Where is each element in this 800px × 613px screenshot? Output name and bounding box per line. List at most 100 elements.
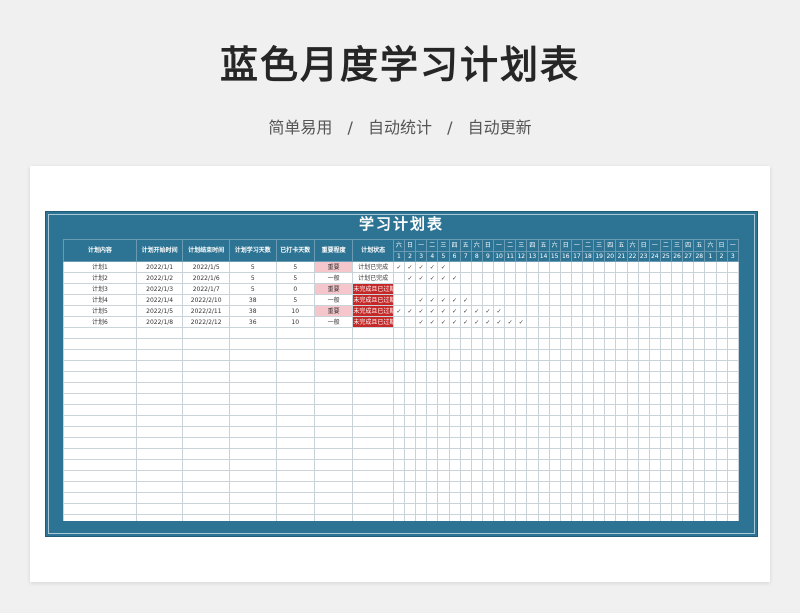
empty-cell[interactable] (693, 382, 706, 394)
empty-cell[interactable] (403, 437, 417, 449)
day-cell[interactable] (504, 294, 517, 306)
empty-cell[interactable] (526, 437, 539, 449)
empty-cell[interactable] (437, 437, 450, 449)
empty-cell[interactable] (459, 426, 472, 438)
empty-cell[interactable] (682, 393, 695, 405)
empty-cell[interactable] (604, 393, 617, 405)
empty-cell[interactable] (313, 382, 354, 394)
empty-cell[interactable] (403, 415, 417, 427)
empty-cell[interactable] (682, 327, 695, 339)
empty-cell[interactable] (437, 382, 450, 394)
day-cell[interactable] (604, 316, 617, 328)
empty-cell[interactable] (704, 338, 717, 350)
day-cell[interactable] (426, 283, 439, 295)
empty-cell[interactable] (448, 415, 461, 427)
cell-end[interactable]: 2022/2/11 (182, 305, 230, 317)
empty-cell[interactable] (548, 393, 561, 405)
empty-cell[interactable] (593, 470, 606, 482)
empty-cell[interactable] (135, 514, 184, 521)
empty-cell[interactable] (437, 327, 450, 339)
empty-cell[interactable] (526, 415, 539, 427)
empty-cell[interactable] (182, 393, 230, 405)
day-cell[interactable] (715, 261, 728, 273)
empty-cell[interactable] (392, 371, 406, 383)
empty-cell[interactable] (626, 514, 639, 521)
check-mark[interactable]: ✓ (437, 316, 450, 328)
day-cell[interactable] (704, 283, 717, 295)
empty-cell[interactable] (593, 382, 606, 394)
empty-cell[interactable] (615, 404, 628, 416)
empty-cell[interactable] (526, 459, 539, 471)
empty-cell[interactable] (715, 404, 728, 416)
empty-cell[interactable] (63, 503, 137, 515)
empty-cell[interactable] (581, 426, 595, 438)
day-cell[interactable] (682, 305, 695, 317)
empty-cell[interactable] (648, 415, 661, 427)
empty-cell[interactable] (492, 382, 506, 394)
empty-cell[interactable] (570, 437, 584, 449)
day-cell[interactable] (559, 294, 572, 306)
day-cell[interactable] (581, 272, 595, 284)
day-cell[interactable] (648, 316, 661, 328)
empty-cell[interactable] (403, 470, 417, 482)
day-cell[interactable] (615, 294, 628, 306)
cell-end[interactable]: 2022/1/7 (182, 283, 230, 295)
empty-cell[interactable] (352, 327, 394, 339)
empty-cell[interactable] (492, 415, 506, 427)
empty-cell[interactable] (492, 448, 506, 460)
empty-cell[interactable] (135, 360, 184, 372)
day-cell[interactable] (637, 272, 650, 284)
empty-cell[interactable] (637, 371, 650, 383)
day-cell[interactable] (581, 283, 595, 295)
empty-cell[interactable] (275, 459, 315, 471)
empty-cell[interactable] (437, 459, 450, 471)
empty-cell[interactable] (403, 360, 417, 372)
empty-cell[interactable] (581, 327, 595, 339)
day-cell[interactable] (604, 283, 617, 295)
empty-cell[interactable] (415, 327, 428, 339)
empty-cell[interactable] (682, 514, 695, 521)
empty-cell[interactable] (637, 492, 650, 504)
empty-cell[interactable] (537, 360, 550, 372)
check-mark[interactable]: ✓ (492, 305, 506, 317)
empty-cell[interactable] (693, 393, 706, 405)
cell-start[interactable]: 2022/1/2 (135, 272, 184, 284)
empty-cell[interactable] (581, 470, 595, 482)
empty-cell[interactable] (648, 426, 661, 438)
empty-cell[interactable] (626, 382, 639, 394)
empty-cell[interactable] (415, 437, 428, 449)
empty-cell[interactable] (448, 437, 461, 449)
day-cell[interactable] (492, 272, 506, 284)
empty-cell[interactable] (593, 503, 606, 515)
day-cell[interactable] (648, 294, 661, 306)
check-mark[interactable]: ✓ (437, 261, 450, 273)
check-mark[interactable]: ✓ (459, 294, 472, 306)
check-mark[interactable]: ✓ (459, 305, 472, 317)
empty-cell[interactable] (670, 360, 684, 372)
empty-cell[interactable] (570, 393, 584, 405)
empty-cell[interactable] (648, 481, 661, 493)
day-cell[interactable] (548, 261, 561, 273)
empty-cell[interactable] (682, 360, 695, 372)
empty-cell[interactable] (526, 426, 539, 438)
empty-cell[interactable] (659, 415, 673, 427)
day-cell[interactable] (470, 283, 483, 295)
empty-cell[interactable] (693, 371, 706, 383)
cell-end[interactable]: 2022/2/10 (182, 294, 230, 306)
empty-cell[interactable] (437, 481, 450, 493)
empty-cell[interactable] (470, 371, 483, 383)
empty-cell[interactable] (313, 470, 354, 482)
day-cell[interactable] (704, 294, 717, 306)
empty-cell[interactable] (548, 470, 561, 482)
empty-cell[interactable] (470, 404, 483, 416)
empty-cell[interactable] (504, 448, 517, 460)
empty-cell[interactable] (615, 382, 628, 394)
empty-cell[interactable] (659, 426, 673, 438)
empty-cell[interactable] (492, 459, 506, 471)
day-cell[interactable] (548, 305, 561, 317)
empty-cell[interactable] (715, 393, 728, 405)
empty-cell[interactable] (559, 492, 572, 504)
empty-cell[interactable] (459, 393, 472, 405)
empty-cell[interactable] (537, 492, 550, 504)
empty-cell[interactable] (415, 514, 428, 521)
